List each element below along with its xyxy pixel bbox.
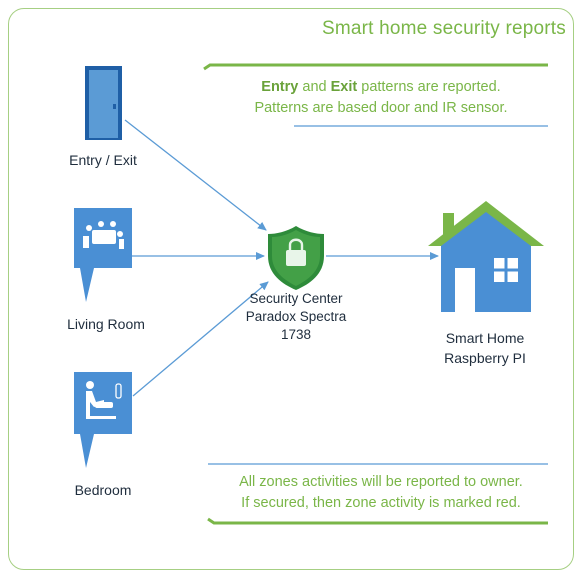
top-note-line2: Patterns are based door and IR sensor. bbox=[254, 100, 508, 116]
meeting-room-icon bbox=[74, 208, 132, 302]
label-security-center: Security Center Paradox Spectra 1738 bbox=[226, 290, 366, 344]
baby-changing-icon bbox=[74, 372, 132, 468]
top-note: Entry and Exit patterns are reported. Pa… bbox=[226, 77, 536, 119]
security-line2: Paradox Spectra bbox=[245, 309, 347, 324]
label-living-room: Living Room bbox=[67, 316, 145, 332]
security-line3: 1738 bbox=[280, 327, 312, 342]
bottom-note: All zones activities will be reported to… bbox=[208, 472, 554, 514]
label-smart-home: Smart Home Raspberry PI bbox=[420, 328, 550, 368]
label-entry-exit: Entry / Exit bbox=[69, 152, 137, 168]
top-note-bold-exit: Exit bbox=[330, 79, 358, 95]
smart-home-icon bbox=[428, 201, 544, 312]
top-note-bold-entry: Entry bbox=[261, 79, 299, 95]
door-icon bbox=[85, 66, 122, 140]
home-line1: Smart Home bbox=[445, 330, 525, 346]
security-shield-icon bbox=[268, 226, 324, 290]
label-bedroom: Bedroom bbox=[74, 482, 132, 498]
bottom-note-line2: If secured, then zone activity is marked… bbox=[241, 495, 521, 511]
top-note-end: patterns are reported. bbox=[361, 79, 501, 95]
arrow-entry-to-security bbox=[124, 119, 267, 231]
top-note-mid: and bbox=[302, 79, 327, 95]
security-line1: Security Center bbox=[249, 291, 343, 306]
home-line2: Raspberry PI bbox=[444, 350, 526, 366]
bottom-note-line1: All zones activities will be reported to… bbox=[239, 474, 523, 490]
top-note-line1: Entry and Exit patterns are reported. bbox=[226, 77, 536, 98]
